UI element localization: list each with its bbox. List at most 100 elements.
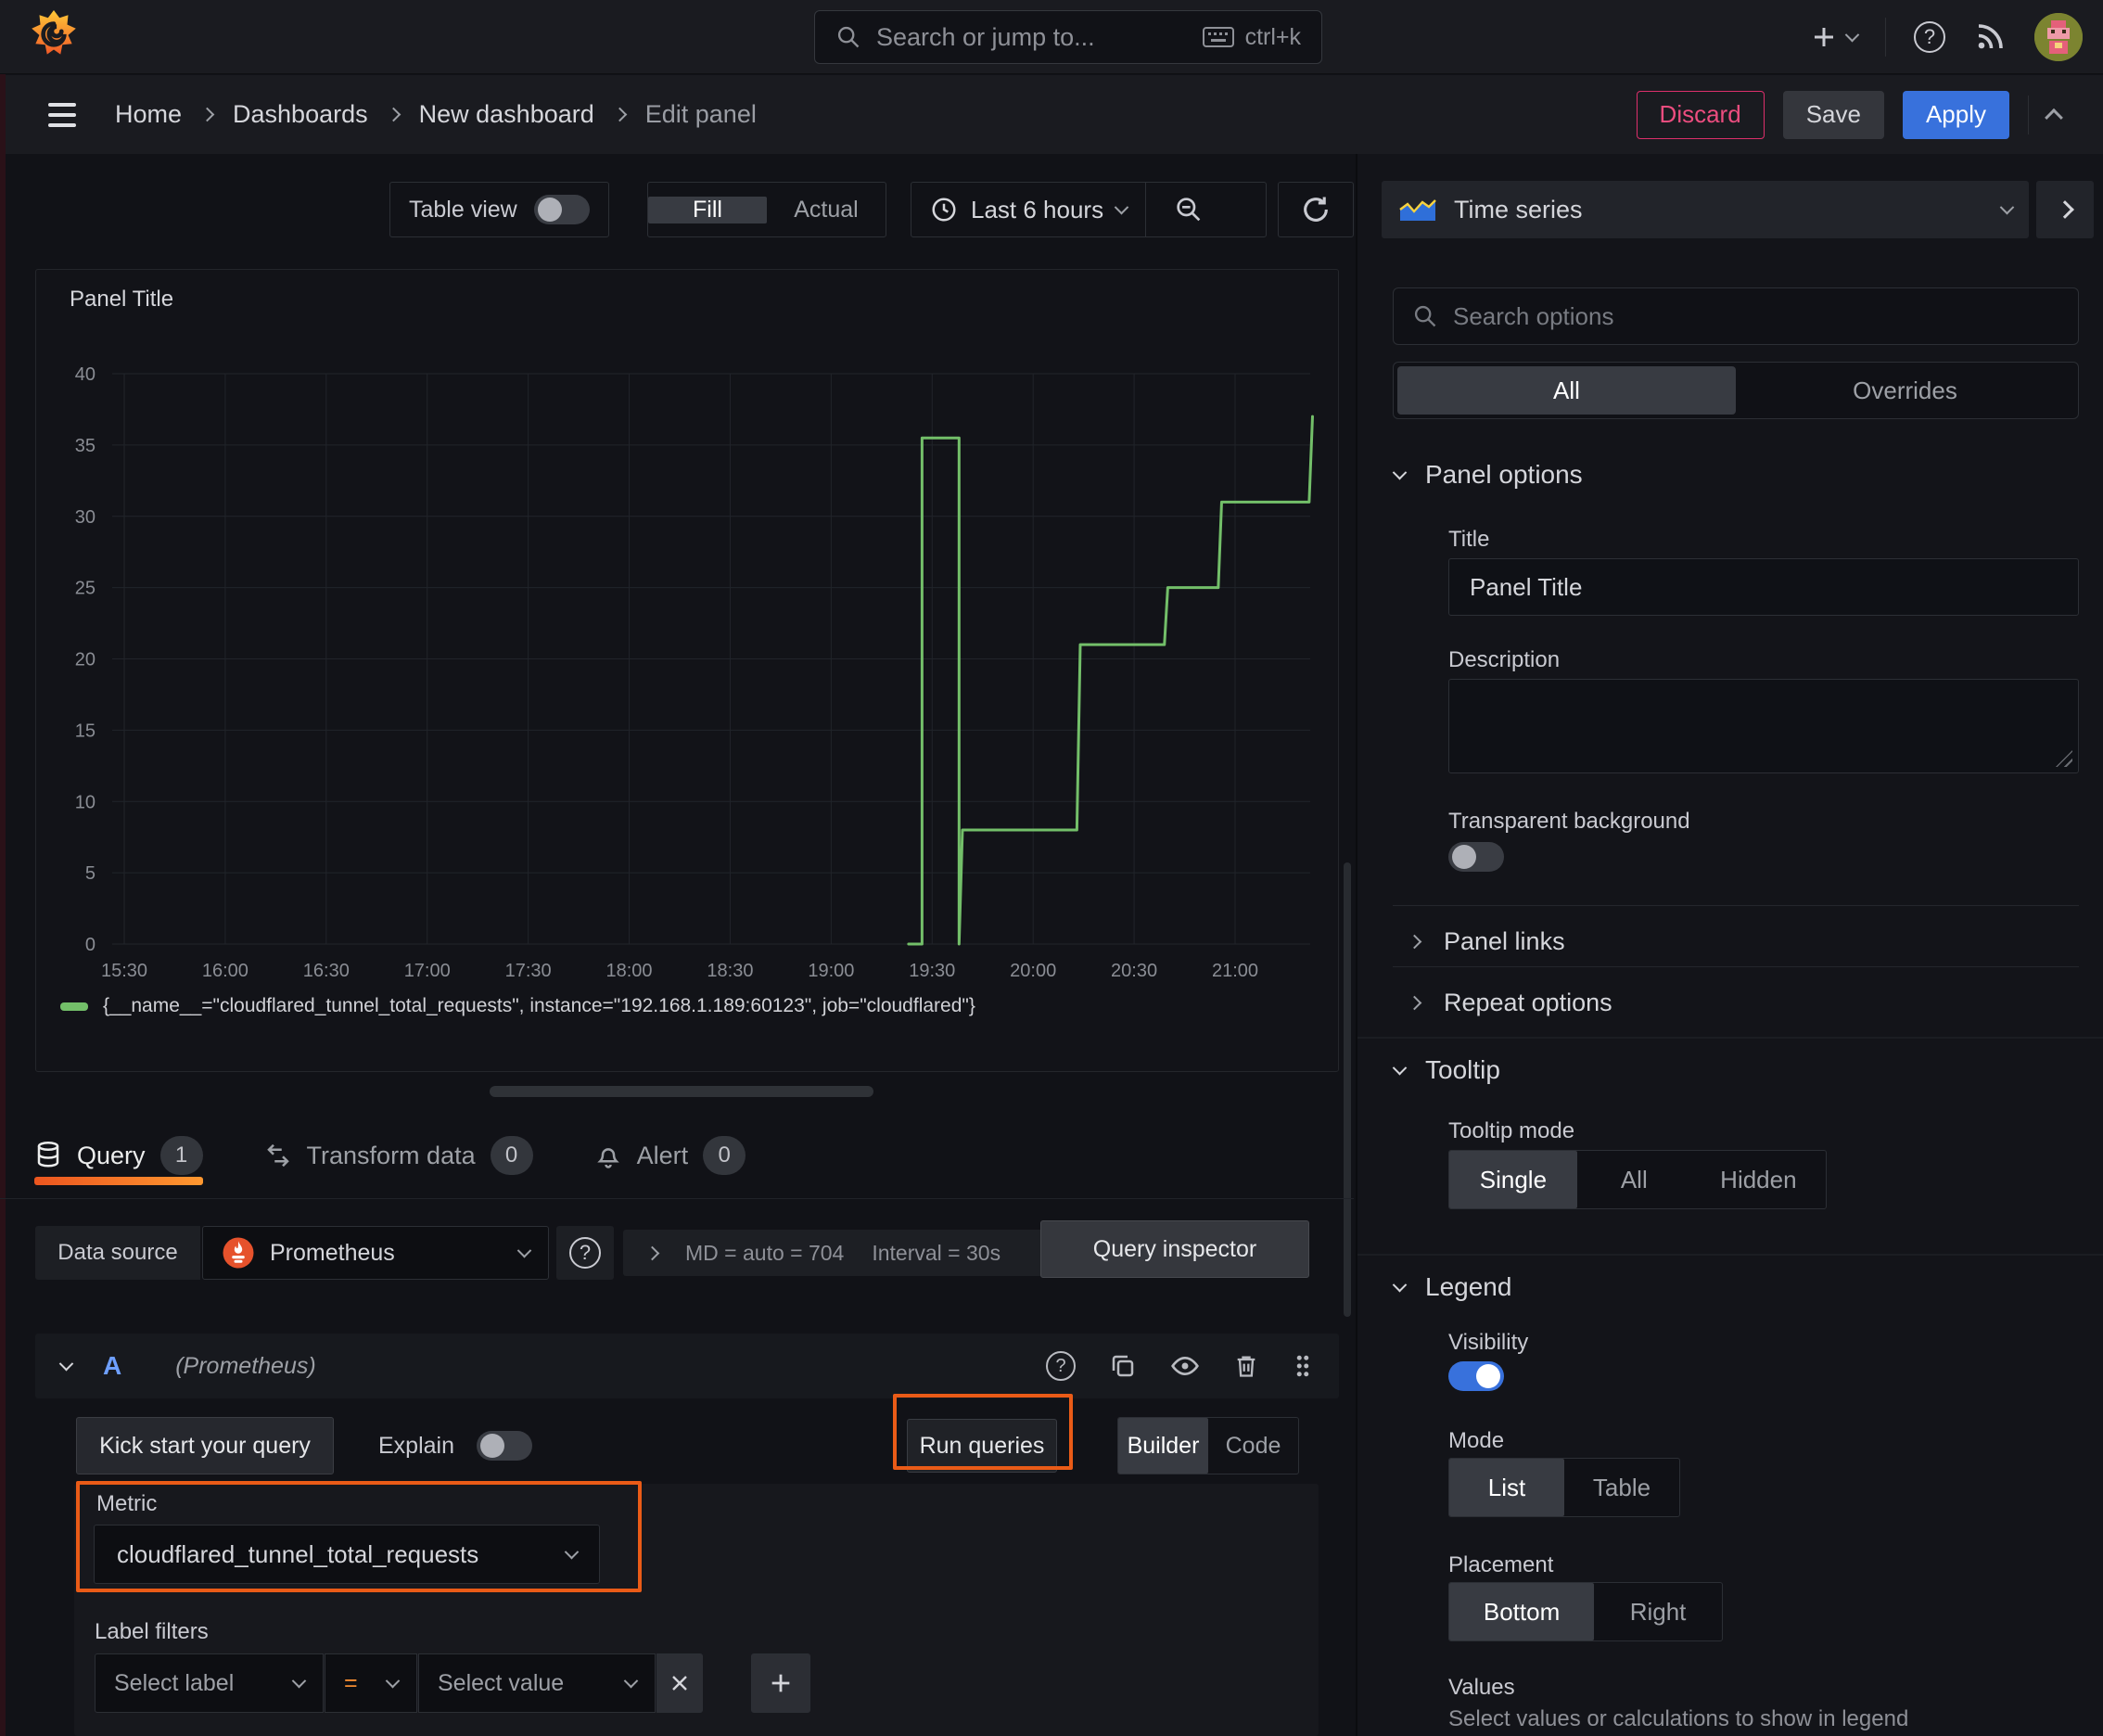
top-actions: ?	[1810, 0, 2083, 74]
chart-legend[interactable]: {__name__="cloudflared_tunnel_total_requ…	[60, 995, 975, 1017]
apply-button[interactable]: Apply	[1902, 90, 2009, 139]
metric-select[interactable]: cloudflared_tunnel_total_requests	[94, 1525, 600, 1584]
tab-all[interactable]: All	[1397, 366, 1736, 415]
options-search-input[interactable]: Search options	[1393, 287, 2079, 345]
help-button[interactable]: ?	[1914, 21, 1945, 53]
legend-series-label[interactable]: {__name__="cloudflared_tunnel_total_requ…	[103, 995, 975, 1017]
builder-option[interactable]: Builder	[1118, 1418, 1208, 1474]
grafana-logo-icon[interactable]	[28, 9, 80, 65]
query-options-bar[interactable]: MD = auto = 704 Interval = 30s	[623, 1230, 1044, 1276]
svg-text:16:30: 16:30	[303, 961, 350, 981]
divider	[1145, 183, 1147, 236]
time-series-chart[interactable]: 0 5 10 15 20 25 30 35 40 15:30 16:00 16:30 17:00 17:3…	[36, 270, 1340, 1073]
datasource-help-button[interactable]: ?	[556, 1226, 614, 1280]
datasource-picker[interactable]: Prometheus	[202, 1226, 549, 1280]
max-datapoints-stat: MD = auto = 704	[685, 1240, 845, 1265]
tooltip-all-option[interactable]: All	[1577, 1151, 1691, 1208]
add-new-button[interactable]	[1810, 23, 1860, 51]
placement-bottom-option[interactable]: Bottom	[1449, 1583, 1595, 1640]
description-textarea[interactable]	[1448, 679, 2079, 773]
options-tabs: All Overrides	[1393, 362, 2079, 419]
svg-text:20:00: 20:00	[1010, 961, 1056, 981]
label-filter-operator-select[interactable]: =	[325, 1653, 417, 1713]
panel-title-input[interactable]: Panel Title	[1448, 558, 2079, 616]
breadcrumb-dashboards[interactable]: Dashboards	[233, 100, 368, 129]
refresh-button[interactable]	[1278, 182, 1354, 237]
tab-alert[interactable]: Alert 0	[594, 1113, 746, 1198]
news-rss-button[interactable]	[1973, 20, 2007, 54]
transparent-bg-toggle[interactable]	[1448, 842, 1504, 872]
user-avatar[interactable]	[2034, 13, 2083, 61]
save-button[interactable]: Save	[1782, 90, 1884, 139]
table-view-control: Table view	[389, 182, 609, 237]
search-icon	[1414, 305, 1436, 327]
global-search-input[interactable]: Search or jump to... ctrl+k	[814, 10, 1322, 64]
svg-text:17:00: 17:00	[404, 961, 451, 981]
query-row-header[interactable]: A (Prometheus) ?	[35, 1334, 1339, 1398]
svg-text:25: 25	[75, 579, 96, 599]
trash-icon[interactable]	[1233, 1352, 1259, 1380]
panel-links-section[interactable]: Panel links	[1407, 913, 1565, 970]
actual-option[interactable]: Actual	[767, 197, 886, 223]
kick-start-query-button[interactable]: Kick start your query	[76, 1417, 334, 1474]
svg-text:35: 35	[75, 436, 96, 456]
chevron-down-icon	[1392, 1060, 1408, 1075]
fill-option[interactable]: Fill	[648, 196, 767, 223]
chevron-down-icon	[564, 1544, 580, 1559]
discard-button[interactable]: Discard	[1636, 90, 1765, 139]
zoom-out-button[interactable]	[1159, 183, 1218, 236]
table-view-toggle[interactable]	[533, 195, 590, 224]
tooltip-hidden-option[interactable]: Hidden	[1691, 1151, 1826, 1208]
section-legend[interactable]: Legend	[1392, 1272, 1511, 1302]
query-editor-body: Metric cloudflared_tunnel_total_requests…	[74, 1484, 1319, 1736]
timeseries-viz-icon	[1399, 199, 1436, 221]
breadcrumb-new-dashboard[interactable]: New dashboard	[419, 100, 594, 129]
interval-stat: Interval = 30s	[872, 1240, 1001, 1265]
placement-right-option[interactable]: Right	[1594, 1583, 1722, 1640]
repeat-options-section[interactable]: Repeat options	[1407, 974, 1612, 1031]
time-range-picker[interactable]: Last 6 hours	[911, 182, 1267, 237]
resize-grip-icon[interactable]	[2056, 750, 2072, 767]
pane-resize-handle[interactable]	[490, 1086, 873, 1097]
explain-toggle[interactable]	[477, 1431, 532, 1461]
section-panel-options[interactable]: Panel options	[1392, 460, 1583, 490]
query-inspector-button[interactable]: Query inspector	[1040, 1220, 1309, 1278]
visibility-label: Visibility	[1448, 1330, 1529, 1355]
run-queries-button[interactable]: Run queries	[907, 1419, 1057, 1473]
label-filter-label-select[interactable]: Select label	[95, 1653, 324, 1713]
svg-text:5: 5	[85, 863, 96, 884]
chevron-right-icon	[199, 107, 215, 122]
builder-code-toggle: Builder Code	[1117, 1417, 1299, 1474]
visualization-picker[interactable]: Time series	[1382, 181, 2029, 238]
query-help-icon[interactable]: ?	[1046, 1351, 1076, 1381]
tab-overrides[interactable]: Overrides	[1736, 366, 2074, 415]
label-filter-value-select[interactable]: Select value	[418, 1653, 656, 1713]
collapse-icon[interactable]	[58, 1356, 74, 1371]
add-filter-button[interactable]	[751, 1653, 810, 1713]
breadcrumb-edit-panel: Edit panel	[644, 100, 757, 128]
mode-list-option[interactable]: List	[1449, 1459, 1564, 1516]
transform-count-badge: 0	[490, 1136, 533, 1175]
select-value-placeholder: Select value	[438, 1669, 565, 1696]
section-tooltip[interactable]: Tooltip	[1392, 1055, 1500, 1085]
drag-handle-icon[interactable]	[1293, 1352, 1313, 1380]
remove-filter-button[interactable]	[656, 1653, 703, 1713]
mode-table-option[interactable]: Table	[1564, 1459, 1679, 1516]
collapse-options-button[interactable]	[2036, 181, 2094, 238]
tooltip-single-option[interactable]: Single	[1449, 1151, 1577, 1208]
query-row-actions: ?	[1046, 1351, 1313, 1381]
menu-toggle-icon[interactable]	[48, 102, 76, 127]
fill-actual-toggle: Fill Actual	[647, 182, 886, 237]
breadcrumb-home[interactable]: Home	[115, 100, 182, 129]
duplicate-icon[interactable]	[1109, 1352, 1137, 1380]
tab-query[interactable]: Query 1	[34, 1113, 203, 1198]
tab-transform-data[interactable]: Transform data 0	[264, 1113, 533, 1198]
refresh-icon	[1304, 197, 1328, 222]
editor-tabs: Query 1 Transform data 0 Alert 0	[0, 1113, 1354, 1199]
code-option[interactable]: Code	[1208, 1418, 1298, 1474]
scrollbar[interactable]	[1344, 862, 1351, 1317]
panel-title[interactable]: Panel Title	[70, 287, 173, 313]
eye-icon[interactable]	[1170, 1351, 1200, 1381]
legend-visibility-toggle[interactable]	[1448, 1361, 1504, 1391]
chevron-up-icon[interactable]	[2045, 108, 2063, 127]
